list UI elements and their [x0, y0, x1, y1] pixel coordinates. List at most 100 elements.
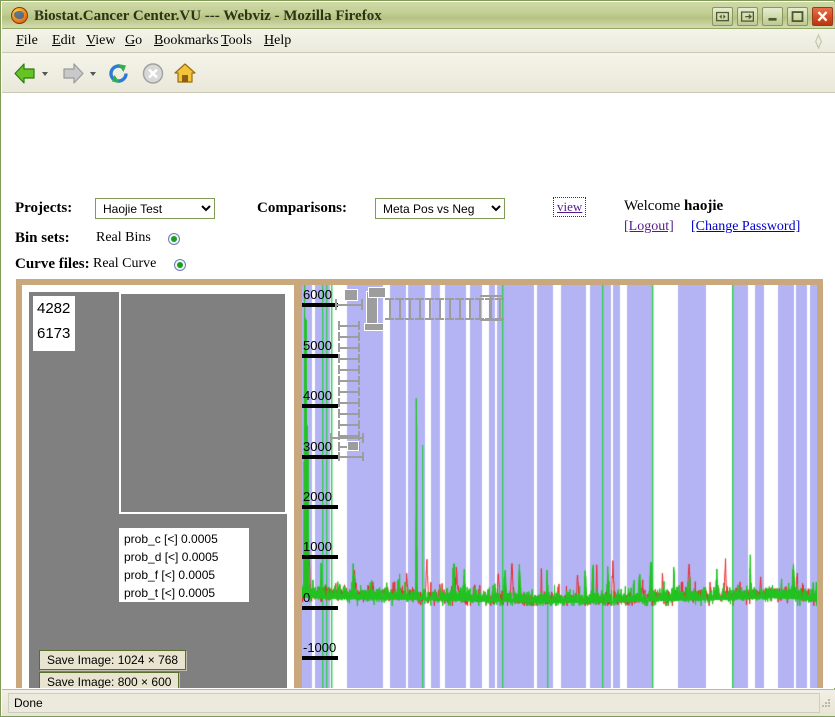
menu-view[interactable]: View [80, 32, 122, 50]
marker-ibeam-vertical [445, 298, 454, 320]
marker-ibeam-horizontal [338, 365, 360, 374]
welcome-prefix: Welcome [624, 198, 685, 214]
status-text: Done [14, 696, 43, 710]
marker-ibeam-horizontal [338, 376, 360, 385]
marker-ibeam-horizontal [338, 452, 364, 461]
menu-go[interactable]: Go [119, 32, 148, 50]
marker-box [364, 323, 384, 331]
back-button[interactable] [12, 61, 38, 86]
marker-ibeam-horizontal [338, 409, 360, 418]
curve-files-label: Curve files: [15, 256, 90, 272]
marker-box [368, 287, 386, 298]
marker-ibeam-horizontal [338, 398, 360, 407]
send-to-desktop-icon [740, 11, 755, 22]
browser-window: Biostat.Cancer Center.VU --- Webviz - Mo… [0, 0, 835, 717]
marker-ibeam-vertical [405, 298, 414, 320]
y-axis-tick [302, 404, 338, 409]
left-panel-canvas: 4282 6173 prob_c [<] 0.0005 prob_d [<] 0… [29, 292, 287, 688]
title-bar: Biostat.Cancer Center.VU --- Webviz - Mo… [2, 2, 835, 29]
logout-link[interactable]: [Logout] [624, 219, 674, 235]
marker-ibeam-horizontal [338, 343, 360, 352]
y-axis-tick-label: 1000 [303, 539, 332, 555]
list-item: prob_c [<] 0.0005 [124, 532, 218, 546]
marker-ibeam-horizontal [338, 332, 360, 341]
marker-ibeam-vertical [415, 298, 424, 320]
menu-help[interactable]: Help [258, 32, 297, 50]
menu-file[interactable]: FFileile [10, 32, 44, 50]
applet-left-panel: 4282 6173 prob_c [<] 0.0005 prob_d [<] 0… [22, 285, 294, 688]
shade-icon [715, 11, 730, 22]
shade-window-button[interactable] [712, 7, 733, 26]
y-axis-tick [302, 605, 338, 610]
spectrum-canvas[interactable] [302, 285, 817, 688]
annotation-column: 4282 6173 [29, 292, 113, 632]
reload-button[interactable] [106, 61, 132, 86]
navigation-toolbar: http://160.129.18.136/webviz/index.php# … [2, 53, 835, 140]
diamond-decoration-icon [814, 34, 823, 49]
marker-box [344, 289, 358, 301]
window-title: Biostat.Cancer Center.VU --- Webviz - Mo… [34, 8, 382, 24]
projects-label: Projects: [15, 200, 73, 216]
bin-sets-radio[interactable] [168, 233, 180, 245]
curve-files-radio[interactable] [174, 259, 186, 271]
list-item: prob_t [<] 0.0005 [124, 586, 216, 600]
save-image-1024-button[interactable]: Save Image: 1024 × 768 [39, 650, 187, 670]
y-axis-tick-label: 4000 [303, 388, 332, 404]
marker-ibeam-horizontal [338, 420, 360, 429]
back-history-caret[interactable] [42, 72, 48, 76]
spectrum-plot[interactable]: 6000500040003000200010000-1000-200004000… [302, 285, 817, 688]
stop-button [142, 63, 164, 84]
y-axis-tick [302, 303, 338, 308]
curve-files-value: Real Curve [93, 256, 157, 271]
y-axis-tick [302, 656, 338, 661]
detail-panel-canvas [121, 294, 285, 512]
close-button[interactable] [812, 7, 833, 26]
selected-bin-value: 4282 [37, 300, 71, 317]
bin-sets-label: Bin sets: [15, 230, 70, 246]
webviz-applet: 4282 6173 prob_c [<] 0.0005 prob_d [<] 0… [16, 279, 823, 688]
menu-edit[interactable]: Edit [46, 32, 81, 50]
status-pane: Done [8, 693, 820, 713]
forward-history-caret[interactable] [90, 72, 96, 76]
username: haojie [684, 198, 724, 214]
probability-list: prob_c [<] 0.0005 prob_d [<] 0.0005 prob… [119, 528, 249, 602]
page-content: Projects: Haojie Test Comparisons: Meta … [2, 93, 835, 688]
marker-ibeam-vertical [480, 295, 502, 321]
marker-ibeam-horizontal [338, 321, 360, 330]
comparisons-label: Comparisons: [257, 200, 348, 216]
marker-box [347, 441, 359, 451]
comparisons-select[interactable]: Meta Pos vs Neg [375, 198, 505, 219]
close-icon [817, 11, 828, 22]
change-password-link[interactable]: [Change Password] [691, 219, 800, 235]
selected-bin-value: 6173 [37, 325, 71, 342]
y-axis-tick-label: 2000 [303, 488, 332, 504]
y-axis-tick [302, 504, 338, 509]
y-axis-tick [302, 353, 338, 358]
home-button[interactable] [172, 61, 198, 86]
menu-bookmarks[interactable]: Bookmarks [148, 32, 225, 50]
minimize-button[interactable] [762, 7, 783, 26]
maximize-button[interactable] [787, 7, 808, 26]
list-item: prob_d [<] 0.0005 [124, 550, 219, 564]
menu-tools[interactable]: Tools [215, 32, 258, 50]
marker-ibeam-horizontal [338, 387, 360, 396]
projects-select[interactable]: Haojie Test [95, 198, 215, 219]
status-bar: Done [2, 689, 835, 716]
save-image-800-button[interactable]: Save Image: 800 × 600 [39, 672, 180, 688]
y-axis-tick [302, 555, 338, 560]
marker-ibeam-vertical [455, 298, 464, 320]
resize-grip-icon[interactable] [821, 698, 831, 708]
marker-ibeam-vertical [435, 298, 444, 320]
y-axis-tick-label: 6000 [303, 287, 332, 303]
send-to-desktop-button[interactable] [737, 7, 758, 26]
y-axis-tick-label: 0 [303, 589, 311, 605]
y-axis-tick [302, 454, 338, 459]
menu-bar: FFileile Edit View Go Bookmarks Tools He… [2, 29, 835, 53]
selected-bins-box: 4282 6173 [33, 296, 75, 351]
list-item: prob_f [<] 0.0005 [124, 568, 216, 582]
detail-panel [119, 292, 287, 514]
marker-ibeam-vertical [385, 298, 394, 320]
maximize-icon [791, 11, 804, 23]
view-button[interactable]: view [553, 197, 587, 217]
marker-ibeam-vertical [465, 298, 474, 320]
